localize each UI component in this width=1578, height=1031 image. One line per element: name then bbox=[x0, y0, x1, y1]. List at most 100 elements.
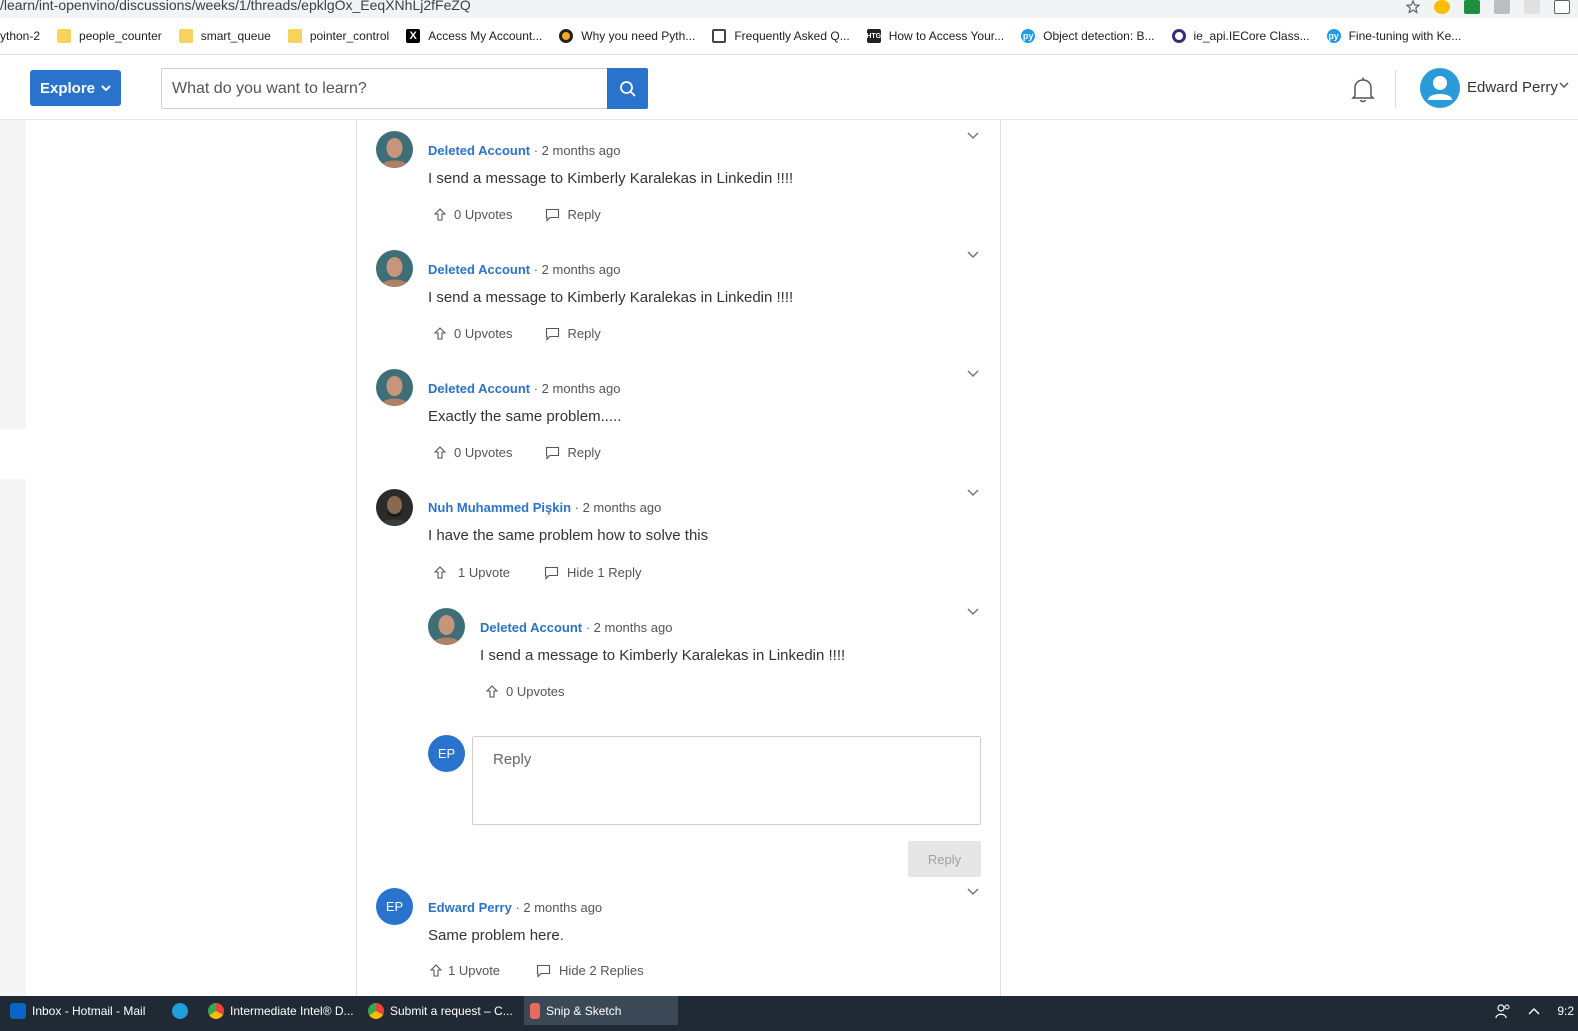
comment-author[interactable]: Deleted Account bbox=[428, 262, 530, 277]
taskbar-label: Intermediate Intel® D... bbox=[230, 1003, 354, 1018]
user-name[interactable]: Edward Perry bbox=[1467, 79, 1558, 96]
bookmark-label: pointer_control bbox=[309, 29, 390, 43]
sidebar-gap bbox=[0, 429, 26, 479]
upvote-count: 0 Upvotes bbox=[454, 445, 513, 460]
hide-replies-link[interactable]: Hide 1 Reply bbox=[544, 565, 641, 580]
comment-author[interactable]: Nuh Muhammed Pişkin bbox=[428, 500, 571, 515]
content-left-border bbox=[356, 120, 357, 996]
explore-button[interactable]: Explore bbox=[30, 70, 121, 106]
hide-replies-link[interactable]: Hide 2 Replies bbox=[536, 963, 644, 978]
comment-actions: 0 Upvotes Reply bbox=[434, 445, 601, 460]
comment-time: · 2 months ago bbox=[530, 381, 621, 396]
comment-author[interactable]: Deleted Account bbox=[428, 143, 530, 158]
chevron-down-icon[interactable] bbox=[966, 250, 980, 260]
upvote-button[interactable]: 0 Upvotes bbox=[434, 445, 513, 460]
browser-address-bar[interactable]: /learn/int-openvino/discussions/weeks/1/… bbox=[0, 0, 1578, 18]
comment-time: · 2 months ago bbox=[511, 900, 603, 915]
comment-actions: 0 Upvotes bbox=[486, 684, 565, 699]
profile-photo-icon bbox=[376, 369, 413, 406]
extension-compass-icon[interactable] bbox=[1434, 0, 1450, 14]
snip-sketch-icon bbox=[530, 1002, 540, 1019]
taskbar-item-edge[interactable] bbox=[172, 996, 192, 1025]
search-input[interactable] bbox=[162, 69, 608, 108]
upvote-button[interactable]: 0 Upvotes bbox=[434, 326, 513, 341]
chevron-down-icon[interactable] bbox=[966, 369, 980, 379]
extension-gray-icon[interactable] bbox=[1494, 0, 1510, 14]
extension-green-icon[interactable] bbox=[1464, 0, 1480, 14]
reply-submit-button[interactable]: Reply bbox=[908, 841, 981, 877]
comment-body: Exactly the same problem..... bbox=[428, 408, 622, 425]
bookmark-label: people_counter bbox=[79, 29, 162, 43]
upvote-button[interactable]: 1 Upvote bbox=[434, 565, 510, 580]
taskbar-item-chrome-2[interactable]: Submit a request – C... bbox=[368, 996, 518, 1025]
profile-photo-icon bbox=[376, 250, 413, 287]
pytorch-icon: py bbox=[1326, 29, 1341, 43]
content-right-border bbox=[1000, 120, 1001, 996]
bookmark-item[interactable]: Frequently Asked Q... bbox=[712, 29, 850, 43]
reply-link[interactable]: Reply bbox=[545, 445, 601, 460]
bookmark-item[interactable]: ie_api.IECore Class... bbox=[1171, 29, 1310, 43]
url-text[interactable]: /learn/int-openvino/discussions/weeks/1/… bbox=[0, 0, 471, 13]
avatar[interactable] bbox=[376, 489, 413, 526]
people-icon[interactable] bbox=[1495, 1003, 1511, 1019]
comment-author[interactable]: Edward Perry bbox=[428, 900, 512, 915]
chevron-up-icon[interactable] bbox=[1527, 1006, 1541, 1016]
htg-icon: HTG bbox=[866, 29, 881, 43]
taskbar-item-mail[interactable]: Inbox - Hotmail - Mail bbox=[10, 996, 160, 1025]
chevron-down-icon[interactable] bbox=[966, 131, 980, 141]
user-avatar[interactable] bbox=[1420, 68, 1460, 108]
upvote-button[interactable]: 1 Upvote bbox=[430, 963, 500, 978]
comment-author[interactable]: Deleted Account bbox=[480, 620, 582, 635]
reply-link[interactable]: Reply bbox=[545, 207, 601, 222]
avatar[interactable] bbox=[376, 131, 413, 168]
bookmark-item[interactable]: people_counter bbox=[57, 29, 162, 43]
chevron-down-icon[interactable] bbox=[1559, 82, 1569, 89]
upvote-button[interactable]: 0 Upvotes bbox=[486, 684, 565, 699]
bookmark-item[interactable]: py Fine-tuning with Ke... bbox=[1326, 29, 1461, 43]
site-header: Explore Edward Perry bbox=[0, 56, 1578, 120]
chevron-down-icon[interactable] bbox=[966, 488, 980, 498]
comment-author[interactable]: Deleted Account bbox=[428, 381, 530, 396]
hide-replies-label: Hide 2 Replies bbox=[559, 963, 644, 978]
taskbar-item-snip[interactable]: Snip & Sketch bbox=[524, 996, 678, 1025]
taskbar-label: Submit a request – C... bbox=[390, 1003, 513, 1018]
bookmark-item[interactable]: X Access My Account... bbox=[406, 29, 542, 43]
search-icon bbox=[619, 80, 636, 97]
search-button[interactable] bbox=[607, 68, 648, 109]
chevron-down-icon[interactable] bbox=[966, 607, 980, 617]
bookmark-label: Access My Account... bbox=[428, 29, 543, 43]
reply-link[interactable]: Reply bbox=[545, 326, 601, 341]
avatar[interactable] bbox=[376, 369, 413, 406]
avatar[interactable]: EP bbox=[376, 888, 413, 925]
bookmark-item[interactable]: pointer_control bbox=[287, 29, 390, 43]
taskbar-item-chrome-1[interactable]: Intermediate Intel® D... bbox=[208, 996, 358, 1025]
avatar[interactable] bbox=[376, 250, 413, 287]
arrow-up-icon bbox=[434, 566, 446, 579]
upvote-button[interactable]: 0 Upvotes bbox=[434, 207, 513, 222]
x-icon: X bbox=[406, 29, 421, 43]
clock[interactable]: 9:2 bbox=[1557, 1004, 1574, 1018]
extension-music-icon[interactable] bbox=[1554, 0, 1570, 14]
chrome-icon bbox=[368, 1002, 384, 1019]
pytorch-icon: py bbox=[1021, 29, 1036, 43]
bookmark-item[interactable]: Why you need Pyth... bbox=[559, 29, 695, 43]
bookmark-item[interactable]: ython-2 bbox=[0, 29, 40, 43]
comment-body: I send a message to Kimberly Karalekas i… bbox=[428, 289, 794, 306]
extension-zip-icon[interactable] bbox=[1524, 0, 1540, 14]
bookmark-item[interactable]: HTG How to Access Your... bbox=[866, 29, 1004, 43]
comment-actions: 0 Upvotes Reply bbox=[434, 207, 601, 222]
edge-icon bbox=[172, 1002, 188, 1019]
upvote-count: 0 Upvotes bbox=[454, 326, 513, 341]
comment-time: · 2 months ago bbox=[582, 620, 673, 635]
star-icon[interactable] bbox=[1406, 0, 1420, 14]
bookmark-item[interactable]: smart_queue bbox=[178, 29, 271, 43]
bookmark-label: smart_queue bbox=[200, 29, 271, 43]
avatar[interactable] bbox=[428, 608, 465, 645]
reply-textarea[interactable] bbox=[473, 737, 980, 824]
upvote-count: 0 Upvotes bbox=[506, 684, 565, 699]
notifications-bell-icon[interactable] bbox=[1350, 76, 1376, 104]
user-silhouette-icon bbox=[1428, 76, 1452, 100]
bookmark-item[interactable]: py Object detection: B... bbox=[1021, 29, 1155, 43]
chevron-down-icon[interactable] bbox=[966, 887, 980, 897]
explore-label: Explore bbox=[39, 79, 96, 97]
